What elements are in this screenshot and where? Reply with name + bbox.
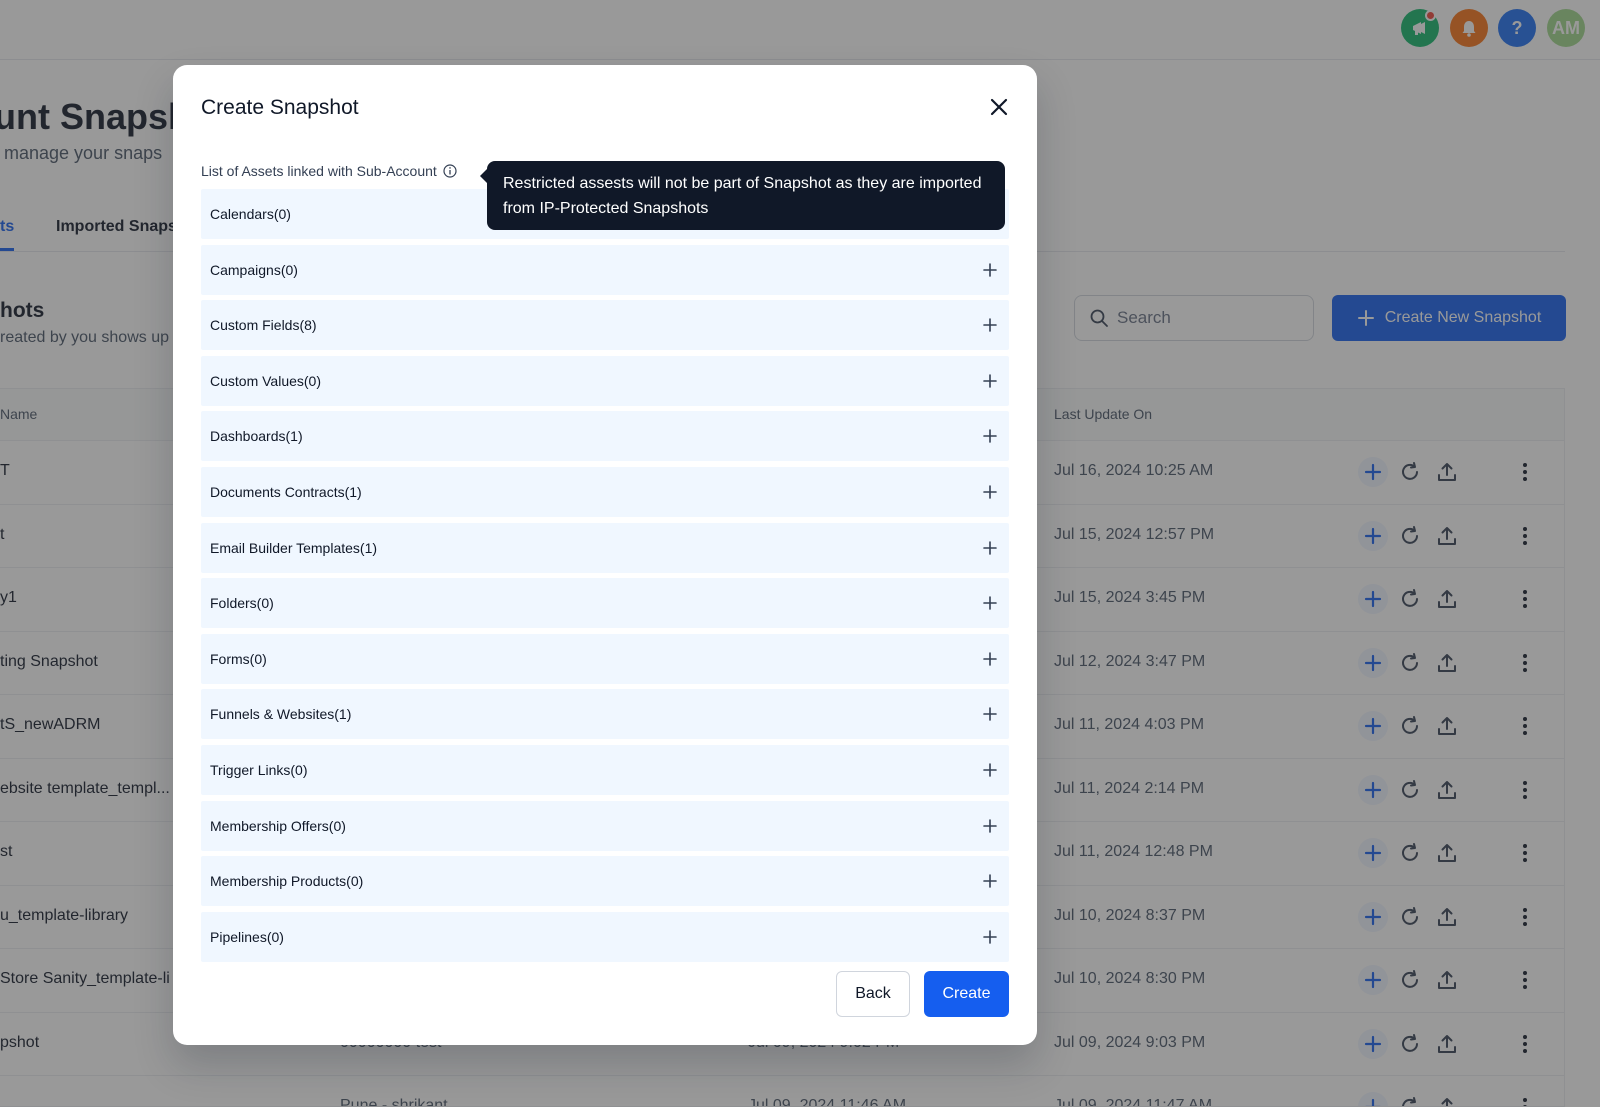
restricted-assets-tooltip: Restricted assests will not be part of S… (480, 161, 1005, 230)
expand-plus-icon[interactable] (981, 817, 999, 835)
asset-label: Dashboards(1) (210, 428, 303, 445)
asset-row[interactable]: Folders(0) (201, 578, 1009, 629)
asset-row[interactable]: Dashboards(1) (201, 411, 1009, 462)
tooltip-arrow (480, 169, 487, 183)
asset-row[interactable]: Membership Products(0) (201, 856, 1009, 907)
expand-plus-icon[interactable] (981, 650, 999, 668)
modal-title: Create Snapshot (201, 96, 359, 119)
expand-plus-icon[interactable] (981, 372, 999, 390)
asset-label: Campaigns(0) (210, 261, 298, 278)
create-snapshot-modal: Create Snapshot List of Assets linked wi… (173, 65, 1037, 1045)
asset-row[interactable]: Documents Contracts(1) (201, 467, 1009, 517)
asset-label: Funnels & Websites(1) (210, 706, 352, 723)
asset-label: Documents Contracts(1) (210, 484, 362, 500)
expand-plus-icon[interactable] (981, 594, 999, 612)
expand-plus-icon[interactable] (981, 928, 999, 946)
asset-row[interactable]: Custom Fields(8) (201, 300, 1009, 351)
asset-row[interactable]: Trigger Links(0) (201, 745, 1009, 795)
asset-row[interactable]: Forms(0) (201, 633, 1009, 684)
info-icon[interactable] (443, 164, 457, 178)
create-button[interactable]: Create (924, 971, 1009, 1017)
asset-row[interactable]: Funnels & Websites(1) (201, 689, 1009, 740)
back-button[interactable]: Back (836, 971, 910, 1017)
asset-label: Calendars(0) (210, 206, 291, 222)
asset-label: Custom Values(0) (210, 372, 322, 389)
asset-label: Membership Products(0) (210, 873, 364, 890)
asset-label: Folders(0) (210, 595, 274, 612)
asset-label: Forms(0) (210, 650, 267, 667)
expand-plus-icon[interactable] (981, 539, 999, 557)
expand-plus-icon[interactable] (981, 261, 999, 279)
assets-label-text: List of Assets linked with Sub-Account (201, 163, 437, 179)
asset-label: Trigger Links(0) (210, 762, 308, 778)
close-icon[interactable] (985, 93, 1013, 121)
assets-label: List of Assets linked with Sub-Account (201, 163, 457, 179)
expand-plus-icon[interactable] (981, 427, 999, 445)
expand-plus-icon[interactable] (981, 483, 999, 501)
asset-row[interactable]: Membership Offers(0) (201, 800, 1009, 851)
asset-label: Pipelines(0) (210, 928, 284, 945)
asset-list[interactable]: Calendars(0) Campaigns(0) Custom Fields(8)… (201, 189, 1009, 1017)
asset-label: Membership Offers(0) (210, 817, 346, 834)
expand-plus-icon[interactable] (981, 316, 999, 334)
asset-label: Custom Fields(8) (210, 317, 317, 334)
asset-row[interactable]: Campaigns(0) (201, 244, 1009, 295)
tooltip-text: Restricted assests will not be part of S… (503, 175, 982, 217)
expand-plus-icon[interactable] (981, 761, 999, 779)
asset-row[interactable]: Email Builder Templates(1) (201, 522, 1009, 573)
expand-plus-icon[interactable] (981, 872, 999, 890)
asset-row[interactable]: Custom Values(0) (201, 355, 1009, 406)
expand-plus-icon[interactable] (981, 705, 999, 723)
asset-label: Email Builder Templates(1) (210, 539, 378, 556)
asset-row[interactable]: Pipelines(0) (201, 911, 1009, 962)
